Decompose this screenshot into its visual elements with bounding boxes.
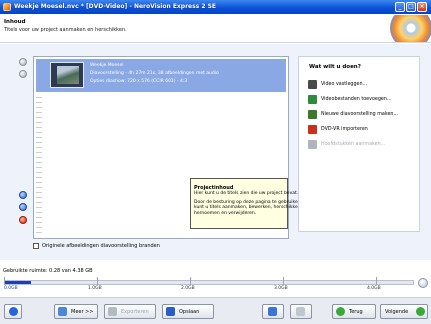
camera-icon [308,80,317,89]
dvd-import-icon [308,125,317,134]
add-video-icon [308,95,317,104]
create-chapters-action: Hoofdstukken aanmaken... [308,140,418,150]
chapters-icon [308,140,317,149]
slideshow-icon [308,110,317,119]
page-header: Inhoud Titels voor uw project aanmaken e… [0,14,431,43]
redo-button [290,304,312,319]
disc-type-icon[interactable] [418,278,428,288]
move-down-icon[interactable] [19,70,27,78]
properties-icon[interactable] [19,191,27,199]
nero-logo [380,15,431,42]
item-details: Diavoorstelling - 4h 27m 21s, 38 afbeeld… [90,71,219,76]
new-slideshow-action[interactable]: Nieuwe diavoorstelling maken... [308,110,418,120]
help-icon [9,307,18,316]
slideshow-thumbnail [50,62,84,88]
save-button[interactable]: Opslaan [162,304,214,319]
close-button[interactable]: × [417,2,427,12]
burn-originals-label: Originele afbeeldingen diavoorstelling b… [42,243,160,249]
delete-icon[interactable] [19,216,27,224]
tooltip-text: Hier kunt u de titels zien die uw projec… [194,191,299,196]
edit-icon[interactable] [19,203,27,211]
app-icon [3,3,11,11]
disk-capacity-bar: 0.0GB 1.0GB 2.0GB 3.0GB 4.0GB [0,277,431,295]
export-icon [108,307,117,316]
capacity-track [4,280,414,285]
redo-icon [296,307,305,316]
back-arrow-icon [336,307,345,316]
back-button[interactable]: Terug [332,304,376,319]
add-video-files-action[interactable]: Videobestanden toevoegen... [308,95,418,105]
tick-label: 3.0GB [274,286,288,291]
page-subtitle: Titels voor uw project aanmaken en hersc… [4,27,127,33]
next-button[interactable]: Volgende [380,304,428,319]
save-icon [166,307,175,316]
tick-label: 4.0GB [367,286,381,291]
help-tooltip: Projectinhoud Hier kunt u de titels zien… [190,178,303,229]
window-titlebar[interactable]: Weekje Moesel.nvc * [DVD-Video] - NeroVi… [0,0,431,14]
more-button[interactable]: Meer >> [54,304,98,319]
footer-toolbar: Meer >> Exporteren Opslaan Terug Volgend… [0,297,431,324]
tooltip-text: hernoemen en verwijderen. [194,210,257,216]
capacity-used-fill [5,281,32,284]
import-dvd-vr-action[interactable]: DVD-VR importeren [308,125,418,135]
help-button[interactable] [4,304,22,319]
move-up-icon[interactable] [19,58,27,66]
burn-originals-checkbox[interactable] [33,243,39,249]
tick-label: 2.0GB [181,286,195,291]
more-icon [58,307,67,316]
page-title: Inhoud [4,19,26,25]
item-options: Opties diashow: 720 x 576 (CCIR 601) - 4… [90,79,188,84]
tooltip-text: kunt u titels aanmaken, bewerken, hersch… [194,205,303,210]
capture-video-action[interactable]: Video vastleggen... [308,80,418,90]
export-button: Exporteren [104,304,156,319]
film-strip [36,93,42,237]
actions-panel: Wat wilt u doen? Video vastleggen... Vid… [298,56,420,232]
undo-icon [268,307,277,316]
content-area: Weekje Moesel Diavoorstelling - 4h 27m 2… [0,44,431,260]
minimize-button[interactable]: _ [395,2,405,12]
actions-title: Wat wilt u doen? [309,64,361,70]
next-arrow-icon [416,307,425,316]
undo-button[interactable] [262,304,284,319]
tick-label: 0.0GB [4,286,18,291]
maximize-button[interactable]: □ [406,2,416,12]
disk-usage-text: Gebruikte ruimte: 0.28 van 4.38 GB [3,268,93,274]
item-title: Weekje Moesel [90,63,124,68]
window-title: Weekje Moesel.nvc * [DVD-Video] - NeroVi… [14,3,217,10]
list-item[interactable]: Weekje Moesel Diavoorstelling - 4h 27m 2… [36,59,286,92]
tick-label: 1.0GB [88,286,102,291]
